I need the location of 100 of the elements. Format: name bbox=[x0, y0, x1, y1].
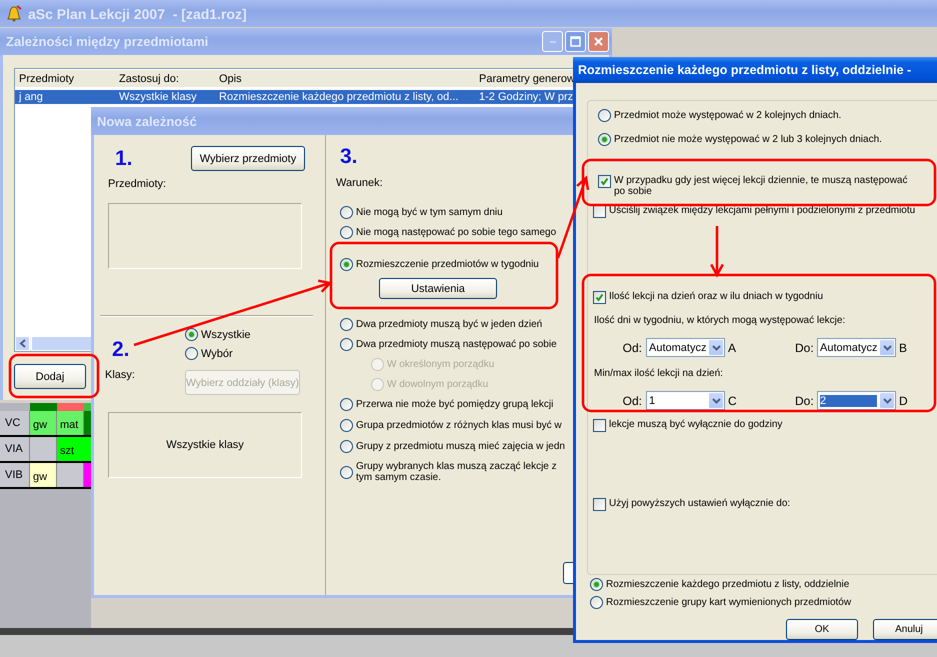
list-cell-text: 1-2 Godziny; W prz bbox=[479, 91, 574, 103]
class-label: VC bbox=[0, 411, 30, 435]
classes-label: Klasy: bbox=[105, 369, 136, 381]
lesson-cell[interactable]: gw bbox=[30, 463, 57, 487]
radio-label: Nie mogą następować po sobie tego samego bbox=[356, 227, 556, 238]
checkbox-label: lekcje muszą być wyłącznie do godziny bbox=[609, 419, 782, 430]
radio-label: Dwa przedmioty muszą być w jeden dzień bbox=[356, 319, 542, 330]
radio-button[interactable] bbox=[340, 258, 353, 271]
field-label: Do: bbox=[795, 340, 815, 354]
radio-button[interactable] bbox=[340, 318, 353, 331]
dropdown[interactable]: 1 bbox=[646, 391, 725, 410]
radio-label: Grupa przedmiotów z różnych klas musi być w bbox=[356, 420, 562, 431]
choose-subjects-button[interactable]: Wybierz przedmioty bbox=[191, 146, 305, 171]
cancel-button[interactable]: Anuluj bbox=[873, 619, 937, 640]
lesson-cell[interactable] bbox=[30, 437, 57, 461]
field-label: Od: bbox=[622, 394, 643, 408]
subjects-label: Przedmioty: bbox=[108, 178, 168, 190]
field-label: Do: bbox=[795, 394, 815, 408]
radio-button[interactable] bbox=[340, 419, 353, 432]
chevron-down-icon bbox=[712, 397, 720, 404]
radio-label: Przedmiot nie może występować w 2 lub 3 kolejnych dniach. bbox=[614, 134, 882, 145]
app-title: aSc Plan Lekcji 2007 - [zad1.roz] bbox=[28, 6, 247, 22]
lesson-cell[interactable] bbox=[84, 463, 91, 487]
add-button[interactable]: Dodaj bbox=[14, 364, 86, 389]
checkbox-label: Uściślij związek między lekcjami pełnymi i podzielonymi z przedmiotu bbox=[609, 205, 916, 216]
maximize-icon bbox=[570, 36, 581, 47]
dropdown[interactable]: Automatycz bbox=[646, 338, 725, 357]
step-number: 3. bbox=[340, 147, 359, 167]
radio-label: Grupy z przedmiotu muszą mieć zajęcia w jedn bbox=[356, 441, 565, 452]
annotation-arrow bbox=[710, 226, 724, 278]
column-header[interactable]: Zastosuj do: bbox=[119, 72, 219, 84]
radio-label: Rozmieszczenie grupy kart wymienionych przedmiotów bbox=[606, 597, 852, 608]
column-header[interactable]: Opis bbox=[219, 72, 479, 84]
chevron-down-icon bbox=[882, 344, 892, 351]
window-title: Zależności między przedmiotami bbox=[6, 34, 208, 49]
radio-label: Dwa przedmioty muszą następować po sobie bbox=[356, 339, 557, 350]
radio-label: Nie mogą być w tym samym dniu bbox=[356, 207, 503, 218]
radio-button[interactable] bbox=[340, 466, 353, 478]
range-label: Ilość dni w tygodniu, w których mogą występować lekcje: bbox=[594, 315, 846, 326]
minimize-icon bbox=[550, 40, 556, 42]
field-tag: C bbox=[725, 394, 795, 408]
radio-button[interactable] bbox=[598, 133, 611, 146]
scroll-left-button[interactable] bbox=[15, 336, 30, 351]
radio-label: Wybór bbox=[201, 348, 233, 360]
column-header[interactable]: Przedmioty bbox=[19, 72, 119, 84]
ok-button[interactable]: OK bbox=[786, 619, 858, 640]
list-cell-text: Rozmieszczenie każdego przedmiotu z listy, od... bbox=[219, 91, 460, 103]
class-label: VIA bbox=[0, 437, 30, 461]
chevron-down-icon bbox=[712, 344, 720, 351]
dropdown[interactable]: 2 bbox=[817, 391, 896, 410]
radio-label: Rozmieszczenie każdego przedmiotu z listy, oddzielnie bbox=[606, 579, 850, 590]
step-number: 1. bbox=[115, 148, 133, 168]
check-mark-icon bbox=[595, 293, 604, 302]
radio-button[interactable] bbox=[590, 578, 603, 591]
checkbox[interactable] bbox=[598, 175, 611, 188]
field-label: Od: bbox=[622, 340, 643, 354]
bell-icon bbox=[6, 5, 22, 22]
radio-label: Przedmiot może występować w 2 kolejnych dniach. bbox=[614, 110, 842, 121]
radio-label: Przerwa nie może być pomiędzy grupą lekcji bbox=[356, 399, 554, 410]
class-label: VIB bbox=[0, 463, 30, 487]
range-label: Min/max ilość lekcji na dzień: bbox=[594, 368, 724, 379]
radio-button[interactable] bbox=[340, 440, 353, 453]
lesson-cell[interactable]: szt bbox=[57, 437, 91, 461]
radio-button[interactable] bbox=[598, 109, 611, 122]
list-cell-text: j ang bbox=[19, 91, 44, 103]
radio-label: W określonym porządku bbox=[387, 359, 494, 370]
checkbox[interactable] bbox=[593, 498, 606, 511]
radio-label: Wszystkie bbox=[201, 328, 250, 340]
condition-label: Warunek: bbox=[336, 177, 384, 189]
list-cell-text: Wszystkie klasy bbox=[119, 91, 198, 103]
lesson-cell[interactable]: mat bbox=[57, 411, 84, 435]
dialog-title: Nowa zależność bbox=[97, 114, 197, 128]
radio-label: Grupy wybranych klas muszą zacząć lekcje z tym samym czasie. bbox=[356, 461, 557, 483]
radio-button[interactable] bbox=[590, 596, 603, 609]
checkbox[interactable] bbox=[593, 291, 606, 304]
field-tag: B bbox=[896, 340, 916, 354]
checkbox[interactable] bbox=[593, 419, 606, 432]
close-button[interactable] bbox=[588, 31, 609, 52]
dialog-title: Rozmieszczenie każdego przedmiotu z listy, oddzielnie - bbox=[578, 63, 912, 77]
field-tag: A bbox=[725, 340, 795, 354]
field-tag: D bbox=[896, 394, 916, 408]
radio-label: W dowolnym porządku bbox=[387, 379, 488, 390]
radio-button[interactable] bbox=[340, 398, 353, 411]
lesson-cell[interactable] bbox=[84, 411, 91, 435]
close-icon bbox=[593, 36, 604, 47]
radio-button[interactable] bbox=[185, 328, 198, 341]
lesson-cell[interactable]: gw bbox=[30, 411, 57, 435]
settings-button[interactable]: Ustawienia bbox=[379, 278, 497, 299]
lesson-cell[interactable] bbox=[57, 463, 84, 487]
chevron-down-icon bbox=[882, 397, 892, 404]
radio-button[interactable] bbox=[185, 347, 198, 360]
radio-button[interactable] bbox=[340, 226, 353, 239]
radio-button[interactable] bbox=[340, 338, 353, 351]
radio-label: Rozmieszczenie przedmiotów w tygodniu bbox=[356, 259, 539, 270]
checkbox-label: W przypadku gdy jest więcej lekcji dziennie, te muszą następować po sobie bbox=[614, 175, 908, 197]
checkbox-label: Użyj powyższych ustawień wyłącznie do: bbox=[609, 498, 790, 509]
step-number: 2. bbox=[112, 340, 131, 360]
maximize-button[interactable] bbox=[565, 31, 586, 52]
dropdown[interactable]: Automatycz bbox=[817, 338, 896, 357]
radio-button[interactable] bbox=[340, 206, 353, 219]
